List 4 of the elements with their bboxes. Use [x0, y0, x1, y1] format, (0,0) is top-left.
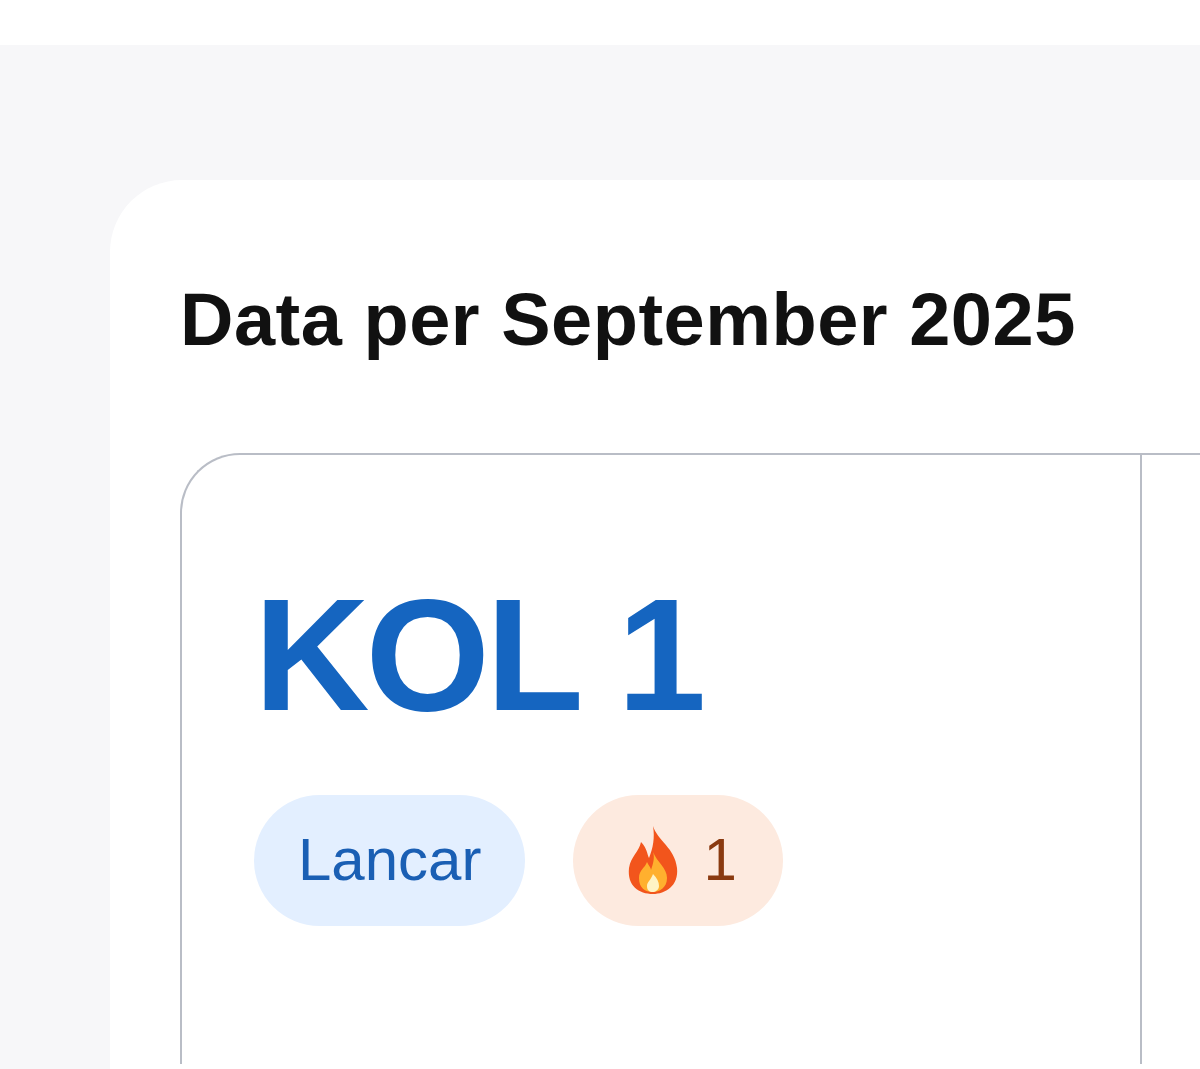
- card-title: KOL 1: [254, 574, 704, 735]
- section-title: Data per September 2025: [180, 277, 1077, 363]
- status-badge: Lancar: [254, 794, 526, 926]
- streak-count: 1: [703, 825, 737, 896]
